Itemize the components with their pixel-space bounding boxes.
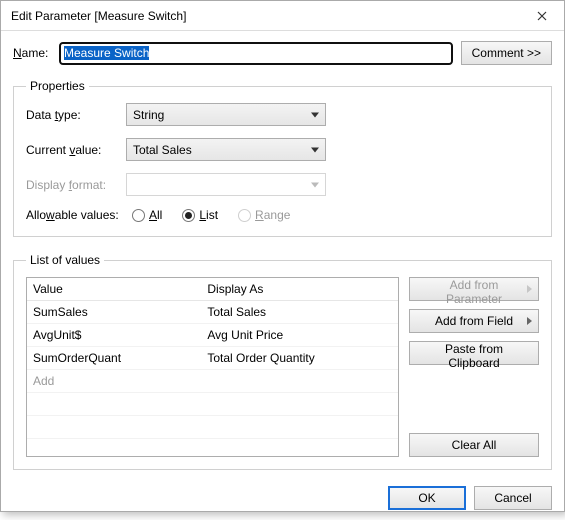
cell-display: Avg Unit Price bbox=[201, 324, 398, 347]
menu-arrow-icon bbox=[527, 317, 532, 325]
cell-display: Total Order Quantity bbox=[201, 347, 398, 370]
radio-icon bbox=[238, 209, 251, 222]
chevron-down-icon bbox=[311, 182, 319, 187]
current-value-combo[interactable]: Total Sales bbox=[126, 138, 326, 161]
data-type-combo[interactable]: String bbox=[126, 103, 326, 126]
radio-list-label: List bbox=[199, 208, 218, 222]
radio-range: Range bbox=[238, 208, 290, 222]
menu-arrow-icon bbox=[527, 285, 532, 293]
cell-value: SumSales bbox=[27, 301, 201, 324]
table-row[interactable]: SumSales Total Sales bbox=[27, 301, 398, 324]
list-of-values-legend: List of values bbox=[26, 253, 104, 267]
content-area: Name: Comment >> Properties Data type: S… bbox=[1, 31, 564, 520]
col-value: Value bbox=[27, 278, 201, 301]
side-buttons: Add from Parameter Add from Field Paste … bbox=[409, 277, 539, 457]
titlebar: Edit Parameter [Measure Switch] bbox=[1, 1, 564, 31]
radio-icon bbox=[132, 209, 145, 222]
display-format-row: Display format: bbox=[26, 173, 539, 196]
data-type-label: Data type: bbox=[26, 108, 126, 122]
add-from-parameter-button: Add from Parameter bbox=[409, 277, 539, 301]
cell-display: Total Sales bbox=[201, 301, 398, 324]
close-icon bbox=[537, 8, 547, 24]
grid-header-row: Value Display As bbox=[27, 278, 398, 301]
table-row[interactable]: SumOrderQuant Total Order Quantity bbox=[27, 347, 398, 370]
radio-icon bbox=[182, 209, 195, 222]
close-button[interactable] bbox=[520, 1, 564, 31]
edit-parameter-dialog: Edit Parameter [Measure Switch] Name: Co… bbox=[0, 0, 565, 512]
col-display-as: Display As bbox=[201, 278, 398, 301]
radio-all-label: All bbox=[149, 208, 162, 222]
name-input[interactable] bbox=[59, 42, 453, 65]
list-box: Value Display As SumSales Total Sales Av… bbox=[26, 277, 539, 457]
name-label: Name: bbox=[13, 46, 59, 60]
cell-value: SumOrderQuant bbox=[27, 347, 201, 370]
properties-group: Properties Data type: String Current val… bbox=[13, 79, 552, 237]
cancel-button[interactable]: Cancel bbox=[474, 486, 552, 510]
allowable-values-label: Allowable values: bbox=[26, 208, 126, 222]
values-grid[interactable]: Value Display As SumSales Total Sales Av… bbox=[26, 277, 399, 457]
add-row[interactable]: Add bbox=[27, 370, 398, 393]
properties-legend: Properties bbox=[26, 79, 89, 93]
window-title: Edit Parameter [Measure Switch] bbox=[11, 9, 520, 23]
add-placeholder: Add bbox=[27, 370, 201, 393]
current-value-label: Current value: bbox=[26, 143, 126, 157]
radio-range-label: Range bbox=[255, 208, 290, 222]
current-value-row: Current value: Total Sales bbox=[26, 138, 539, 161]
data-type-row: Data type: String bbox=[26, 103, 539, 126]
data-type-value: String bbox=[133, 108, 164, 122]
comment-button[interactable]: Comment >> bbox=[461, 41, 552, 65]
cell-value: AvgUnit$ bbox=[27, 324, 201, 347]
dialog-footer: OK Cancel bbox=[13, 480, 552, 510]
display-format-combo bbox=[126, 173, 326, 196]
clear-all-button[interactable]: Clear All bbox=[409, 433, 539, 457]
name-row: Name: Comment >> bbox=[13, 41, 552, 65]
current-value-value: Total Sales bbox=[133, 143, 192, 157]
ok-button[interactable]: OK bbox=[388, 486, 466, 510]
table-row[interactable]: AvgUnit$ Avg Unit Price bbox=[27, 324, 398, 347]
chevron-down-icon bbox=[311, 147, 319, 152]
chevron-down-icon bbox=[311, 112, 319, 117]
paste-from-clipboard-button[interactable]: Paste from Clipboard bbox=[409, 341, 539, 365]
radio-list[interactable]: List bbox=[182, 208, 218, 222]
add-from-field-button[interactable]: Add from Field bbox=[409, 309, 539, 333]
radio-all[interactable]: All bbox=[132, 208, 162, 222]
allowable-values-row: Allowable values: All List Range bbox=[26, 208, 539, 222]
list-of-values-group: List of values Value Display As SumSales… bbox=[13, 253, 552, 470]
display-format-label: Display format: bbox=[26, 178, 126, 192]
